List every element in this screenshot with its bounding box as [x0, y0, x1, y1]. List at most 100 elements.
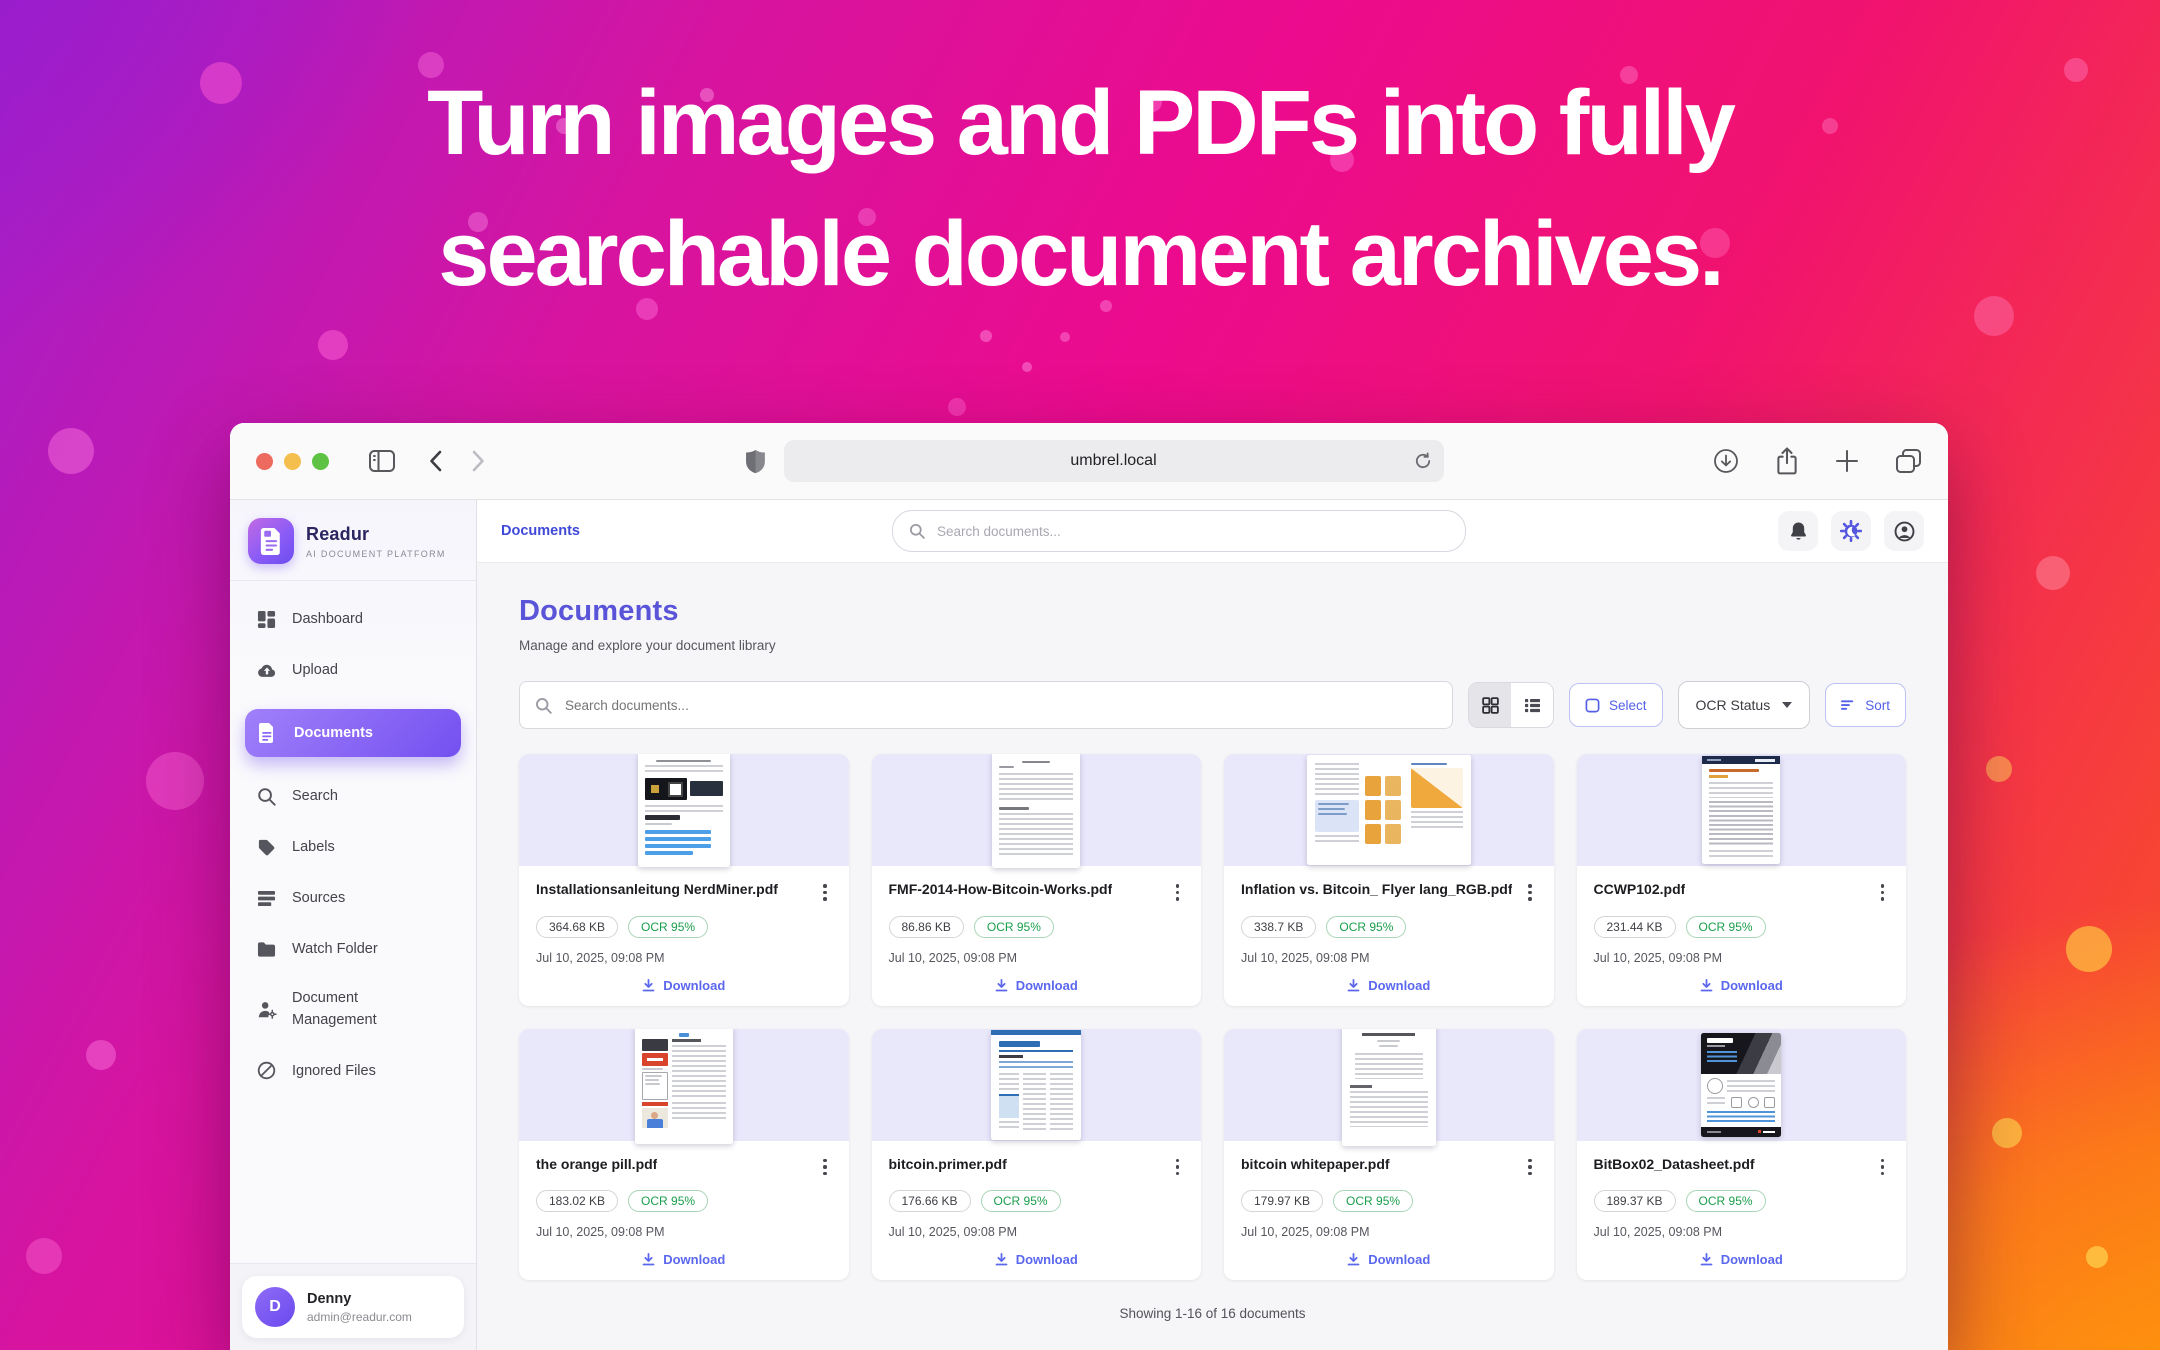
theme-toggle-button[interactable]: [1831, 511, 1871, 551]
privacy-shield-icon[interactable]: [745, 449, 766, 474]
toolbar: Select OCR Status Sort: [519, 681, 1906, 729]
account-button[interactable]: [1884, 511, 1924, 551]
card-menu-button[interactable]: [1523, 1156, 1537, 1179]
sidebar-item-document-management[interactable]: Document Management: [245, 988, 461, 1032]
document-card[interactable]: FMF-2014-How-Bitcoin-Works.pdf 86.86 KB …: [872, 754, 1202, 1006]
document-card[interactable]: CCWP102.pdf 231.44 KB OCR 95% Jul 10, 20…: [1577, 754, 1907, 1006]
download-link[interactable]: Download: [1241, 1252, 1537, 1267]
download-icon: [995, 979, 1008, 992]
sidebar-item-ignored-files[interactable]: Ignored Files: [245, 1059, 461, 1083]
document-card[interactable]: the orange pill.pdf 183.02 KB OCR 95% Ju…: [519, 1029, 849, 1281]
back-icon[interactable]: [429, 450, 442, 472]
sidebar-toggle-icon[interactable]: [369, 450, 395, 472]
document-card[interactable]: BitBox02_Datasheet.pdf 189.37 KB OCR 95%…: [1577, 1029, 1907, 1281]
download-label: Download: [1721, 978, 1783, 993]
share-icon[interactable]: [1775, 447, 1799, 475]
minimize-window-button[interactable]: [284, 453, 301, 470]
document-thumbnail: [1224, 1029, 1554, 1141]
address-bar[interactable]: umbrel.local: [784, 440, 1444, 482]
download-link[interactable]: Download: [1241, 978, 1537, 993]
browser-chrome: umbrel.local: [230, 423, 1948, 500]
traffic-lights[interactable]: [256, 453, 329, 470]
card-menu-button[interactable]: [1171, 1156, 1185, 1179]
theme-sun-moon-icon: [1840, 520, 1862, 542]
documents-grid: Installationsanleitung NerdMiner.pdf 364…: [519, 754, 1906, 1280]
documents-page: Documents Manage and explore your docume…: [477, 563, 1948, 1350]
header-search-input[interactable]: [935, 523, 1449, 540]
results-count: Showing 1-16 of 16 documents: [519, 1306, 1906, 1321]
document-date: Jul 10, 2025, 09:08 PM: [889, 1225, 1185, 1239]
sort-button[interactable]: Sort: [1825, 683, 1906, 727]
document-date: Jul 10, 2025, 09:08 PM: [1241, 1225, 1537, 1239]
sidebar-item-search[interactable]: Search: [245, 784, 461, 808]
ocr-badge: OCR 95%: [628, 916, 708, 938]
new-tab-icon[interactable]: [1835, 449, 1859, 473]
sidebar-item-sources[interactable]: Sources: [245, 886, 461, 910]
card-menu-button[interactable]: [1876, 1156, 1890, 1179]
document-card[interactable]: bitcoin.primer.pdf 176.66 KB OCR 95% Jul…: [872, 1029, 1202, 1281]
bell-icon: [1789, 521, 1808, 542]
sidebar-item-dashboard[interactable]: Dashboard: [245, 607, 461, 631]
brand-name: Readur: [306, 524, 446, 545]
document-thumbnail: [872, 754, 1202, 866]
search-icon: [257, 787, 277, 806]
card-menu-button[interactable]: [1523, 881, 1537, 904]
breadcrumb[interactable]: Documents: [501, 523, 580, 539]
document-title: Installationsanleitung NerdMiner.pdf: [536, 881, 778, 897]
sidebar-item-documents[interactable]: Documents: [245, 709, 461, 757]
download-link[interactable]: Download: [889, 1252, 1185, 1267]
ocr-badge: OCR 95%: [628, 1190, 708, 1212]
main-area: Documents: [477, 500, 1948, 1350]
refresh-icon[interactable]: [1414, 440, 1432, 482]
download-link[interactable]: Download: [889, 978, 1185, 993]
card-menu-button[interactable]: [818, 881, 832, 904]
document-card[interactable]: bitcoin whitepaper.pdf 179.97 KB OCR 95%…: [1224, 1029, 1554, 1281]
list-view-button[interactable]: [1511, 683, 1553, 727]
sidebar-item-label: Document Management: [292, 988, 410, 1032]
document-thumbnail: [519, 1029, 849, 1141]
sidebar-item-labels[interactable]: Labels: [245, 835, 461, 859]
header-search[interactable]: [892, 510, 1466, 552]
readur-logo-icon: [248, 518, 294, 564]
select-label: Select: [1609, 698, 1647, 713]
document-title: Inflation vs. Bitcoin_ Flyer lang_RGB.pd…: [1241, 881, 1512, 897]
user-circle-icon: [1894, 521, 1915, 542]
brand-tagline: AI DOCUMENT PLATFORM: [306, 549, 446, 559]
close-window-button[interactable]: [256, 453, 273, 470]
documents-search[interactable]: [519, 681, 1453, 729]
sidebar-item-watch-folder[interactable]: Watch Folder: [245, 937, 461, 961]
upload-cloud-icon: [257, 662, 277, 678]
download-icon: [642, 979, 655, 992]
grid-view-button[interactable]: [1469, 683, 1511, 727]
user-card[interactable]: D Denny admin@readur.com: [242, 1276, 464, 1338]
downloads-icon[interactable]: [1713, 448, 1739, 474]
ban-icon: [257, 1061, 277, 1080]
sidebar: Readur AI DOCUMENT PLATFORM Dashboard Up…: [230, 500, 477, 1350]
ocr-status-dropdown[interactable]: OCR Status: [1678, 681, 1811, 729]
card-menu-button[interactable]: [818, 1156, 832, 1179]
tag-icon: [257, 838, 277, 857]
document-card[interactable]: Inflation vs. Bitcoin_ Flyer lang_RGB.pd…: [1224, 754, 1554, 1006]
tab-overview-icon[interactable]: [1895, 448, 1922, 474]
document-title: BitBox02_Datasheet.pdf: [1594, 1156, 1755, 1172]
download-link[interactable]: Download: [1594, 1252, 1890, 1267]
select-button[interactable]: Select: [1569, 683, 1663, 727]
zoom-window-button[interactable]: [312, 453, 329, 470]
folder-icon: [257, 941, 277, 957]
document-card[interactable]: Installationsanleitung NerdMiner.pdf 364…: [519, 754, 849, 1006]
document-date: Jul 10, 2025, 09:08 PM: [536, 1225, 832, 1239]
download-link[interactable]: Download: [536, 978, 832, 993]
sidebar-item-upload[interactable]: Upload: [245, 658, 461, 682]
file-size-badge: 86.86 KB: [889, 916, 964, 938]
documents-search-input[interactable]: [563, 697, 1437, 714]
card-menu-button[interactable]: [1171, 881, 1185, 904]
forward-icon[interactable]: [472, 450, 485, 472]
notifications-button[interactable]: [1778, 511, 1818, 551]
search-icon: [909, 523, 925, 539]
card-menu-button[interactable]: [1876, 881, 1890, 904]
file-size-badge: 176.66 KB: [889, 1190, 971, 1212]
search-icon: [535, 697, 552, 714]
grid-view-icon: [1482, 697, 1499, 714]
download-link[interactable]: Download: [1594, 978, 1890, 993]
download-link[interactable]: Download: [536, 1252, 832, 1267]
